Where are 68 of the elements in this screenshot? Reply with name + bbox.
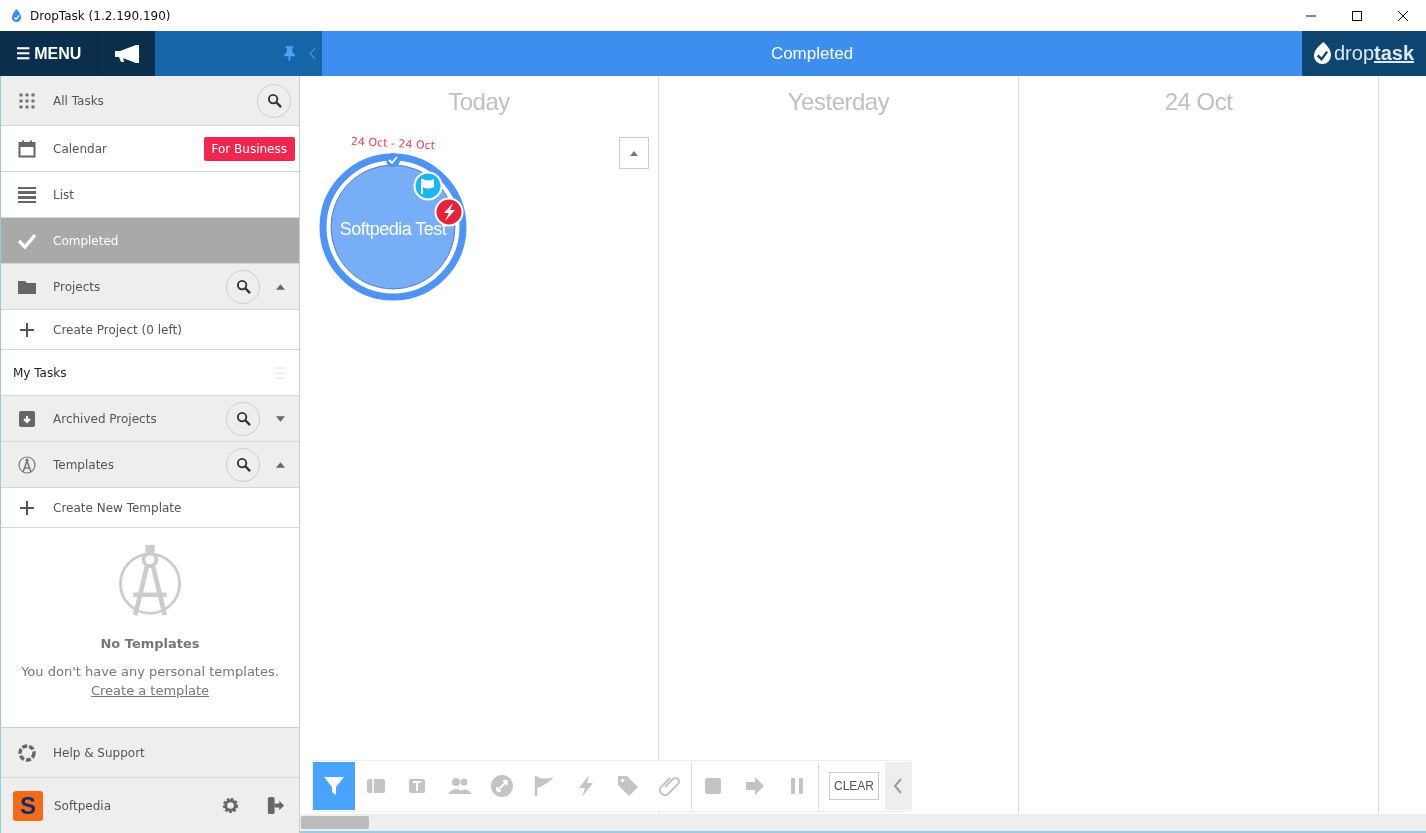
megaphone-icon [113, 43, 140, 64]
column-title: 24 Oct [1163, 87, 1234, 117]
toolbar-collapse-button[interactable] [885, 762, 911, 810]
empty-state-title: No Templates [100, 636, 200, 651]
sidebar-item[interactable]: All Tasks [1, 76, 299, 126]
paperclip-icon [658, 774, 682, 798]
create-label: Create New Template [53, 500, 183, 515]
plus-icon [18, 498, 36, 517]
scroll-up-button[interactable] [619, 137, 649, 169]
search-icon [235, 457, 251, 472]
caret-down-icon[interactable] [276, 415, 285, 422]
grid-icon [18, 91, 36, 110]
page-title: Completed [770, 43, 854, 64]
announcement-button[interactable] [98, 31, 155, 76]
column-title: Yesterday [786, 87, 891, 117]
logo-text: droptask [1334, 42, 1415, 65]
caret-up-icon[interactable] [276, 283, 285, 290]
caret-up-icon [630, 150, 638, 156]
calendar-icon [18, 139, 36, 158]
plus-icon [18, 320, 36, 339]
create-label: Create Project (0 left) [53, 322, 183, 337]
help-label: Help & Support [53, 745, 146, 760]
archive-icon [18, 409, 36, 428]
empty-state-text: You don't have any personal templates. [21, 664, 279, 679]
search-icon [266, 93, 282, 108]
filter-button[interactable] [313, 762, 355, 810]
lifebuoy-icon [18, 743, 36, 762]
search-icon [235, 279, 251, 294]
menu-button[interactable]: ☰ MENU [0, 31, 98, 76]
sidebar-label: Completed [53, 233, 120, 248]
help-item[interactable]: Help & Support [1, 728, 299, 778]
caret-up-icon[interactable] [276, 461, 285, 468]
search-icon [235, 411, 251, 426]
logout-icon[interactable] [266, 795, 285, 816]
settings-icon[interactable] [221, 796, 240, 815]
section-label: Templates [53, 457, 115, 472]
window-title: DropTask (1.2.190.190) [30, 8, 171, 23]
check-icon [18, 231, 36, 250]
sidebar-label: All Tasks [53, 93, 105, 108]
resize-arrows-icon [490, 774, 514, 798]
pin-icon[interactable] [284, 46, 295, 61]
sidebar-label: Calendar [53, 141, 108, 156]
droplet-icon [10, 9, 23, 22]
section-label: Projects [53, 279, 102, 294]
compass-icon [18, 455, 36, 474]
arrow-right-icon [743, 774, 767, 798]
collapse-chevron-icon[interactable] [309, 47, 316, 60]
sidebar-label: List [53, 187, 75, 202]
filter-icon [322, 774, 346, 798]
section-label: Archived Projects [53, 411, 158, 426]
flag-icon [532, 774, 556, 798]
task-title: Softpedia Test [338, 219, 448, 240]
tag-icon [616, 774, 640, 798]
list-icon [18, 185, 36, 204]
flag-badge-icon [413, 171, 443, 201]
scrollbar-thumb[interactable] [301, 816, 369, 829]
create-template-link[interactable]: Create a template [90, 683, 210, 698]
column-title: Today [447, 87, 511, 117]
section-header[interactable]: Templates [1, 442, 299, 488]
avatar-letter: S [20, 791, 36, 820]
section-header[interactable]: Archived Projects [1, 396, 299, 442]
user-name: Softpedia [54, 798, 112, 813]
project-label: My Tasks [13, 365, 68, 380]
for-business-badge[interactable]: For Business [203, 136, 295, 161]
section-header[interactable]: Projects [1, 264, 299, 310]
chevron-left-icon [893, 778, 903, 794]
clear-button[interactable]: CLEAR [829, 772, 879, 800]
droplet-check-icon [1312, 42, 1331, 65]
